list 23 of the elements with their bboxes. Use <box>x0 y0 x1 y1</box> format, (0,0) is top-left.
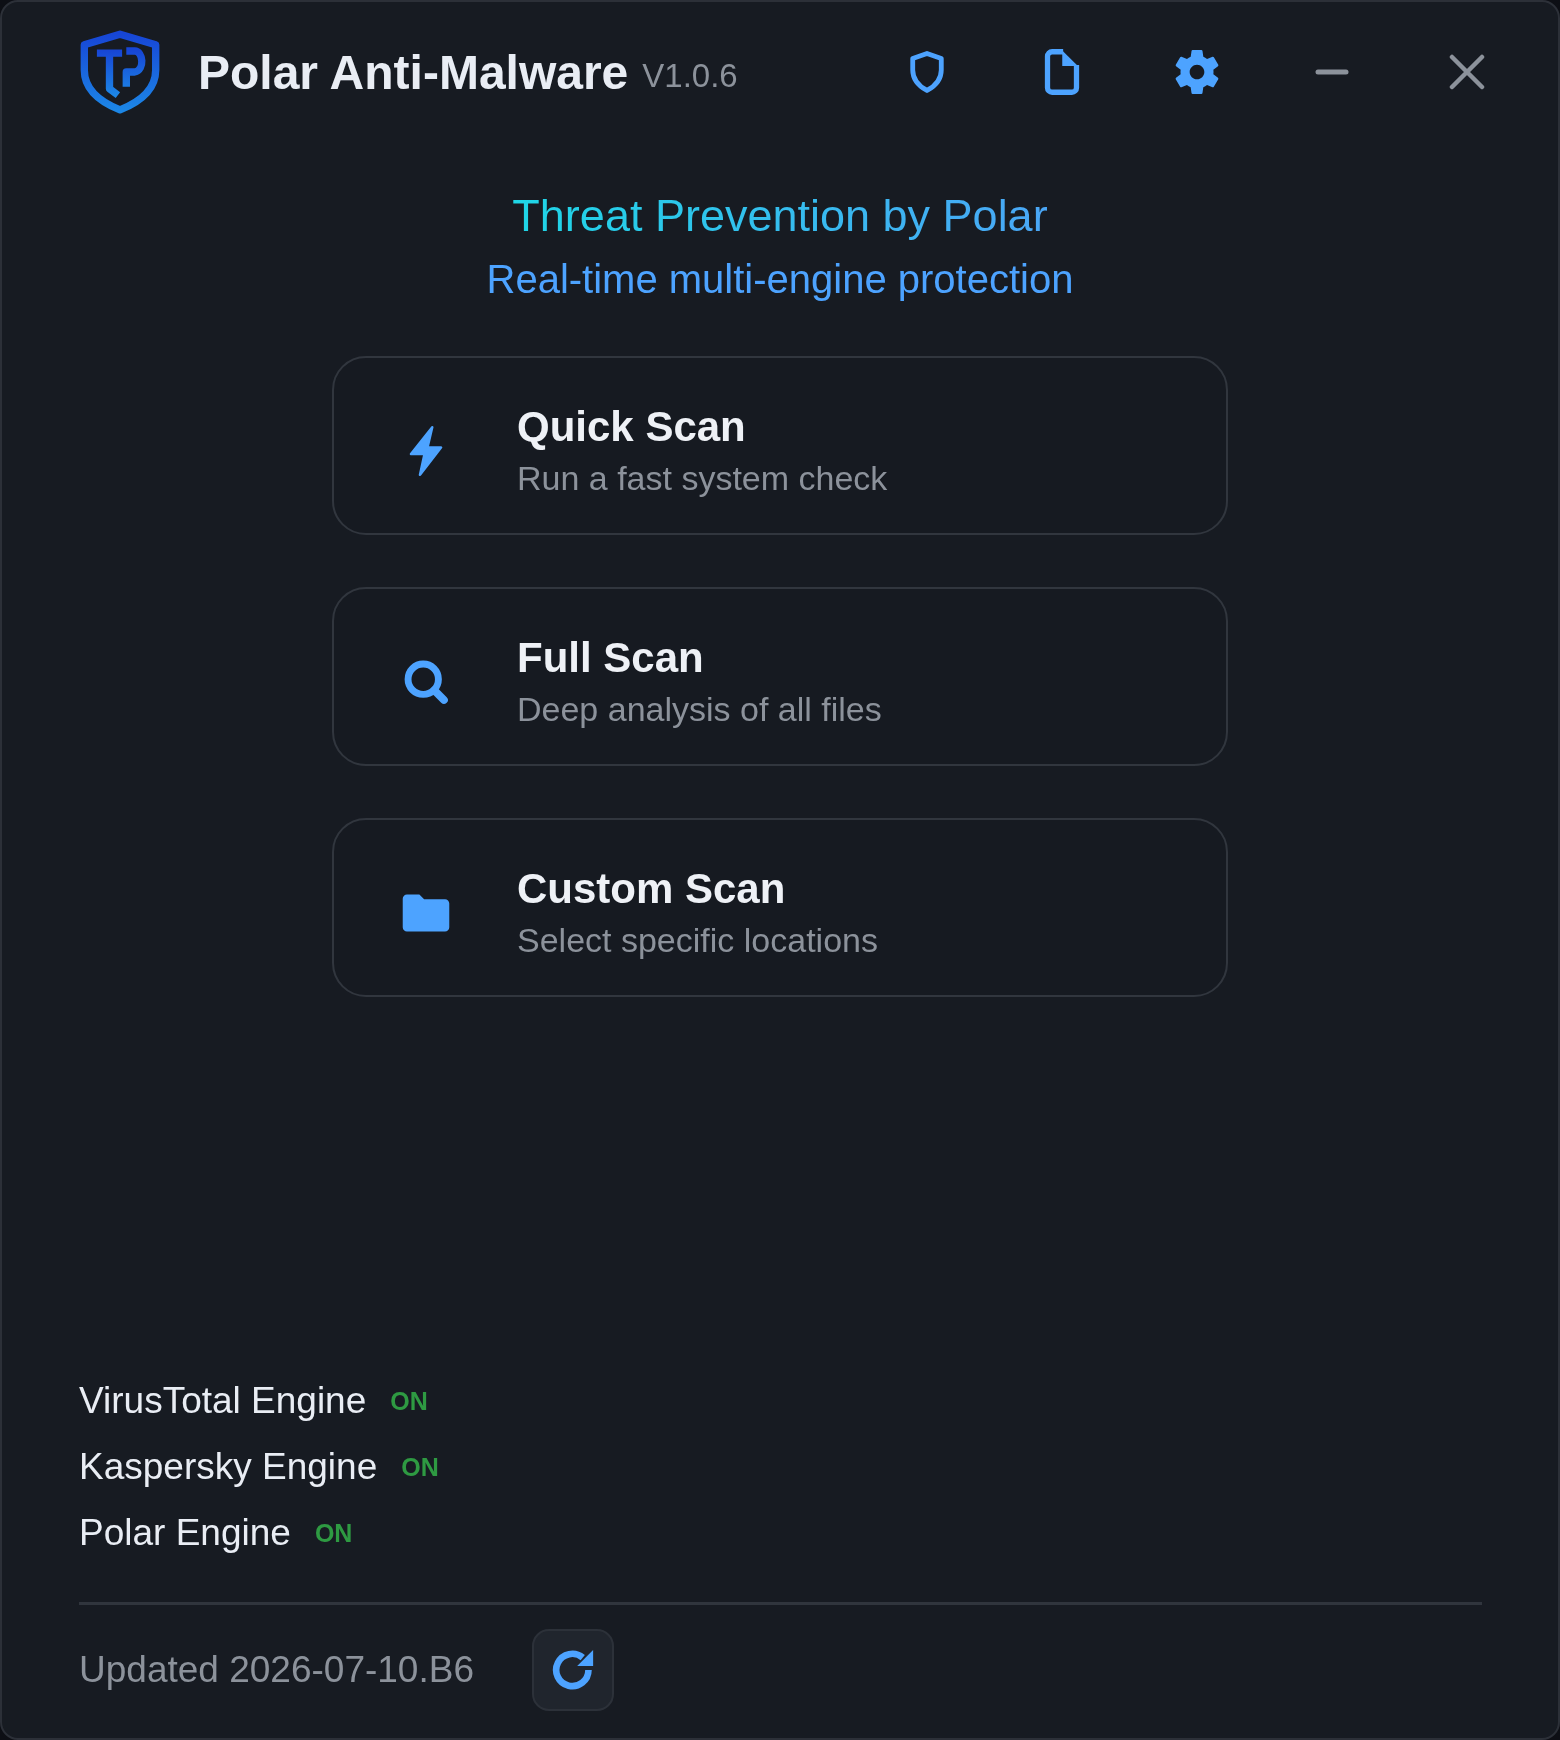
scan-option-button[interactable]: Custom Scan Select specific locations <box>332 818 1228 997</box>
minimize-icon[interactable] <box>1315 69 1349 75</box>
version-label: V1.0.6 <box>642 57 738 95</box>
scan-option-button[interactable]: Quick Scan Run a fast system check <box>332 356 1228 535</box>
file-icon[interactable] <box>1044 49 1080 95</box>
engine-status: ON <box>401 1452 439 1482</box>
search-icon <box>403 658 449 705</box>
folder-icon <box>402 893 450 932</box>
hero-subtitle: Real-time multi-engine protection <box>486 256 1074 302</box>
shield-logo-icon <box>78 30 162 114</box>
engine-name: VirusTotal Engine <box>79 1380 367 1422</box>
refresh-icon <box>551 1649 594 1691</box>
shield-icon[interactable] <box>910 51 944 93</box>
engine-name: Kaspersky Engine <box>79 1446 378 1488</box>
close-icon[interactable] <box>1449 54 1485 90</box>
update-label: Updated 2026-07-10.B6 <box>79 1649 474 1691</box>
engine-name: Polar Engine <box>79 1512 291 1554</box>
app-title: Polar Anti-Malware <box>198 44 629 100</box>
settings-icon[interactable] <box>1175 50 1219 94</box>
scan-option-button[interactable]: Full Scan Deep analysis of all files <box>332 587 1228 766</box>
refresh-button[interactable] <box>531 1629 614 1711</box>
engine-status: ON <box>390 1386 428 1416</box>
engine-status: ON <box>314 1518 353 1548</box>
